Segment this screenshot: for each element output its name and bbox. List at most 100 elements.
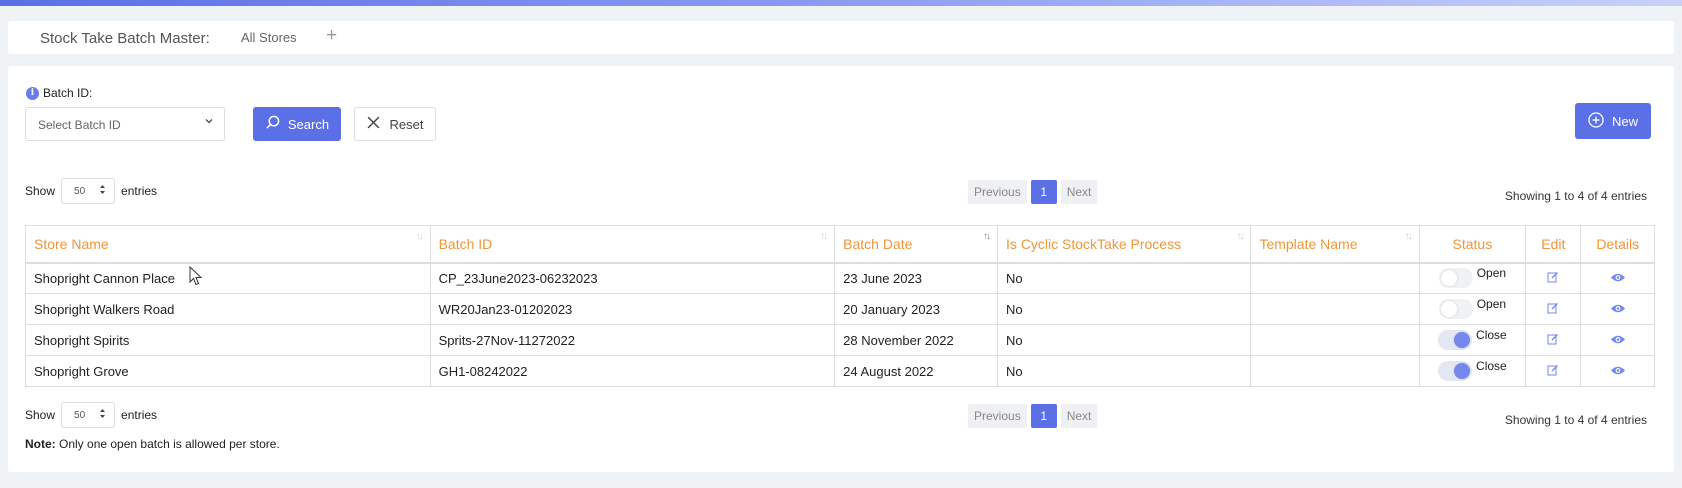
column-header-batch-date[interactable]: Batch Date ↑↓: [834, 225, 999, 264]
previous-page-button[interactable]: Previous: [968, 180, 1027, 204]
column-header-template-name[interactable]: Template Name ↑↓: [1250, 225, 1420, 264]
sort-icon: ↑↓: [1404, 231, 1413, 242]
store-name-cell: Shopright Walkers Road: [25, 293, 431, 325]
status-cell: Close: [1418, 324, 1527, 356]
new-button-label: New: [1611, 113, 1638, 129]
batch-id-cell: WR20Jan23-01202023: [429, 293, 836, 325]
store-name-cell: Shopright Grove: [25, 355, 431, 387]
next-page-button[interactable]: Next: [1060, 180, 1098, 204]
toggle-knob: [1454, 363, 1471, 379]
eye-icon[interactable]: [1610, 333, 1626, 348]
stepper-icon: [99, 408, 106, 422]
status-toggle[interactable]: [1438, 268, 1473, 289]
status-toggle[interactable]: [1438, 361, 1473, 381]
page-1-button[interactable]: 1: [1030, 404, 1057, 428]
toggle-knob: [1440, 301, 1457, 317]
table-row: Shopright Spirits Sprits-27Nov-11272022 28…: [25, 324, 1655, 356]
entries-select[interactable]: 50: [61, 178, 116, 204]
tab-all-stores[interactable]: All Stores: [241, 30, 297, 45]
sort-icon: ↑↓: [820, 231, 828, 242]
status-label: Close: [1476, 359, 1507, 373]
info-icon: i: [26, 86, 39, 100]
pagination-bottom: Previous 1 Next: [968, 404, 1098, 428]
show-label: Show: [25, 184, 56, 198]
batch-id-select[interactable]: Select Batch ID: [25, 107, 225, 141]
store-name-cell: Shopright Spirits: [25, 324, 431, 356]
batch-date-cell: 23 June 2023: [834, 262, 999, 294]
toggle-knob: [1454, 332, 1471, 348]
column-header-batch-id[interactable]: Batch ID ↑↓: [429, 225, 836, 264]
page-header: Stock Take Batch Master: All Stores +: [8, 21, 1674, 54]
entries-select[interactable]: 50: [61, 402, 116, 428]
entries-label: entries: [121, 184, 158, 198]
top-accent-bar: [0, 0, 1682, 6]
plus-circle-icon: [1588, 111, 1604, 131]
eye-icon[interactable]: [1610, 364, 1626, 379]
search-button-label: Search: [287, 116, 330, 132]
search-icon: [265, 115, 280, 133]
entries-select-value: 50: [74, 409, 86, 421]
column-header-status: Status: [1418, 225, 1527, 264]
batch-id-cell: Sprits-27Nov-11272022: [429, 324, 836, 356]
status-cell: Open: [1418, 262, 1527, 294]
edit-cell: [1525, 293, 1582, 325]
table-row: Shopright Walkers Road WR20Jan23-01202023…: [25, 293, 1655, 325]
details-cell: [1580, 324, 1655, 356]
edit-icon[interactable]: [1547, 302, 1559, 317]
edit-icon[interactable]: [1547, 364, 1559, 379]
column-header-details: Details: [1580, 225, 1655, 264]
batch-table: Store Name ↑↓ Batch ID ↑↓ Batch Date ↑↓ Is …: [25, 225, 1655, 387]
batch-id-select-placeholder: Select Batch ID: [38, 118, 121, 132]
store-name-cell: Shopright Cannon Place: [25, 262, 431, 294]
column-header-store-name[interactable]: Store Name ↑↓: [25, 225, 431, 264]
edit-icon[interactable]: [1547, 271, 1559, 286]
mouse-cursor-icon: [189, 265, 203, 289]
batch-date-cell: 24 August 2022: [834, 355, 999, 387]
column-header-is-cyclic[interactable]: Is Cyclic StockTake Process ↑↓: [997, 225, 1252, 264]
status-toggle[interactable]: [1438, 299, 1473, 319]
entries-select-value: 50: [74, 185, 86, 197]
details-cell: [1580, 262, 1655, 294]
note: Note: Only one open batch is allowed per…: [25, 437, 280, 451]
table-row: Shopright Cannon Place CP_23June2023-0623…: [25, 262, 1655, 294]
sort-icon: ↑↓: [983, 231, 991, 242]
reset-button-label: Reset: [389, 116, 424, 132]
stepper-icon: [99, 184, 106, 198]
toggle-knob: [1440, 270, 1457, 287]
status-toggle[interactable]: [1438, 330, 1473, 350]
table-row: Shopright Grove GH1-08242022 24 August 202…: [25, 355, 1655, 387]
batch-id-label-text: Batch ID:: [43, 86, 93, 100]
note-label: Note:: [25, 437, 56, 451]
eye-icon[interactable]: [1610, 271, 1626, 286]
status-cell: Close: [1418, 355, 1527, 387]
edit-icon[interactable]: [1547, 333, 1559, 348]
is-cyclic-cell: No: [997, 262, 1252, 294]
reset-button[interactable]: Reset: [354, 107, 436, 141]
template-name-cell: [1250, 324, 1420, 356]
status-label: Open: [1476, 297, 1507, 311]
previous-page-button[interactable]: Previous: [968, 404, 1027, 428]
status-toggle-wrap: Close: [1438, 328, 1507, 350]
status-toggle-wrap: Close: [1438, 359, 1507, 381]
sort-icon: ↑↓: [415, 231, 424, 242]
eye-icon[interactable]: [1610, 302, 1626, 317]
batch-date-cell: 20 January 2023: [834, 293, 999, 325]
new-button[interactable]: New: [1575, 103, 1651, 139]
status-label: Open: [1476, 266, 1507, 281]
template-name-cell: [1250, 262, 1420, 294]
page-1-button[interactable]: 1: [1030, 180, 1057, 204]
is-cyclic-cell: No: [997, 355, 1252, 387]
table-info-bottom: Showing 1 to 4 of 4 entries: [1504, 413, 1647, 427]
add-tab-button[interactable]: +: [326, 25, 337, 47]
close-icon: [367, 116, 380, 132]
edit-cell: [1525, 262, 1582, 294]
batch-id-cell: GH1-08242022: [429, 355, 836, 387]
chevron-down-icon: [204, 116, 214, 129]
search-button[interactable]: Search: [253, 107, 341, 141]
main-card: i Batch ID: Select Batch ID Search Reset…: [8, 66, 1674, 472]
batch-id-label: i Batch ID:: [26, 86, 92, 100]
show-label: Show: [25, 408, 56, 422]
edit-cell: [1525, 324, 1582, 356]
next-page-button[interactable]: Next: [1060, 404, 1098, 428]
template-name-cell: [1250, 355, 1420, 387]
